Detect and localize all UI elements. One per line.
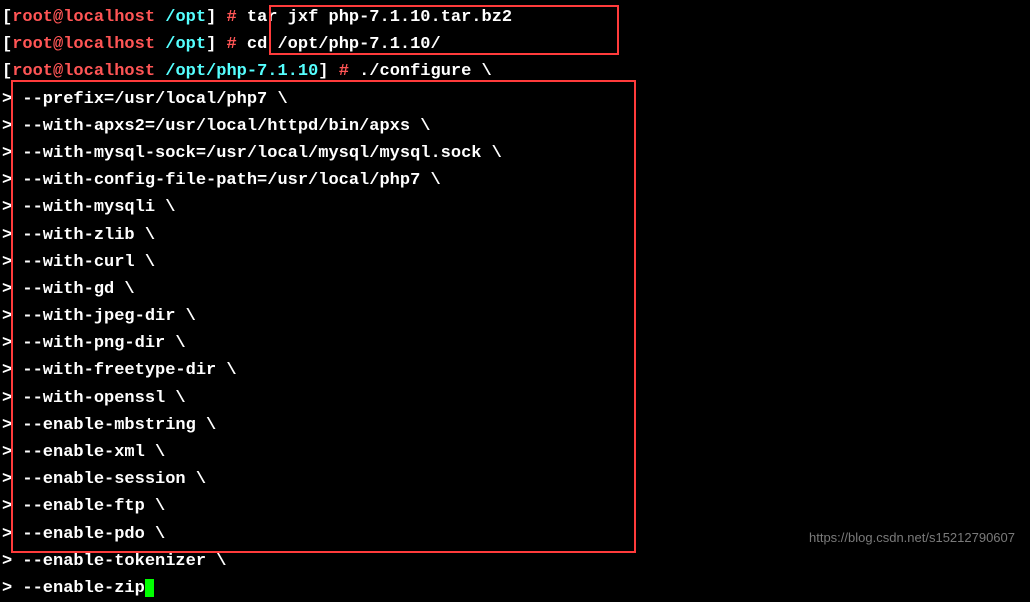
user: root bbox=[12, 35, 53, 54]
continuation-line: > --with-curl \ bbox=[2, 249, 1028, 276]
at-sign: @ bbox=[53, 35, 63, 54]
bracket-close: ] bbox=[206, 8, 226, 27]
continuation-line: > --with-zlib \ bbox=[2, 222, 1028, 249]
continuation-line: > --with-gd \ bbox=[2, 276, 1028, 303]
watermark-text: https://blog.csdn.net/s15212790607 bbox=[809, 528, 1015, 549]
continuation-line: > --enable-zip bbox=[2, 575, 1028, 602]
cwd: /opt bbox=[155, 8, 206, 27]
continuation-line: > --with-jpeg-dir \ bbox=[2, 303, 1028, 330]
continuation-line: > --with-freetype-dir \ bbox=[2, 357, 1028, 384]
hash: # bbox=[339, 62, 359, 81]
continuation-line: > --with-apxs2=/usr/local/httpd/bin/apxs… bbox=[2, 113, 1028, 140]
bracket-close: ] bbox=[206, 35, 226, 54]
continuation-line: > --with-mysqli \ bbox=[2, 194, 1028, 221]
user: root bbox=[12, 62, 53, 81]
host: localhost bbox=[63, 8, 155, 27]
continuation-line: > --with-config-file-path=/usr/local/php… bbox=[2, 167, 1028, 194]
cwd: /opt/php-7.1.10 bbox=[155, 62, 318, 81]
continuation-line: > --with-openssl \ bbox=[2, 385, 1028, 412]
continuation-line: > --enable-mbstring \ bbox=[2, 412, 1028, 439]
bracket-close: ] bbox=[318, 62, 338, 81]
prompt-line-2: [root@localhost /opt] # cd /opt/php-7.1.… bbox=[2, 31, 1028, 58]
continuation-line: > --enable-session \ bbox=[2, 466, 1028, 493]
continuation-line: > --enable-ftp \ bbox=[2, 493, 1028, 520]
cursor bbox=[145, 579, 154, 597]
command-text: cd /opt/php-7.1.10/ bbox=[247, 35, 441, 54]
at-sign: @ bbox=[53, 62, 63, 81]
bracket-open: [ bbox=[2, 62, 12, 81]
continuation-line: > --enable-tokenizer \ bbox=[2, 548, 1028, 575]
continuation-line: > --prefix=/usr/local/php7 \ bbox=[2, 86, 1028, 113]
at-sign: @ bbox=[53, 8, 63, 27]
bracket-open: [ bbox=[2, 8, 12, 27]
continuation-line: > --with-mysql-sock=/usr/local/mysql/mys… bbox=[2, 140, 1028, 167]
command-text: ./configure \ bbox=[359, 62, 492, 81]
cwd: /opt bbox=[155, 35, 206, 54]
hash: # bbox=[226, 8, 246, 27]
user: root bbox=[12, 8, 53, 27]
continuation-line: > --enable-xml \ bbox=[2, 439, 1028, 466]
prompt-line-1: [root@localhost /opt] # tar jxf php-7.1.… bbox=[2, 4, 1028, 31]
host: localhost bbox=[63, 62, 155, 81]
prompt-line-3: [root@localhost /opt/php-7.1.10] # ./con… bbox=[2, 58, 1028, 85]
continuation-block: > --prefix=/usr/local/php7 \> --with-apx… bbox=[2, 86, 1028, 602]
command-text: tar jxf php-7.1.10.tar.bz2 bbox=[247, 8, 512, 27]
terminal[interactable]: [root@localhost /opt] # tar jxf php-7.1.… bbox=[2, 4, 1028, 602]
continuation-line: > --with-png-dir \ bbox=[2, 330, 1028, 357]
host: localhost bbox=[63, 35, 155, 54]
bracket-open: [ bbox=[2, 35, 12, 54]
hash: # bbox=[226, 35, 246, 54]
